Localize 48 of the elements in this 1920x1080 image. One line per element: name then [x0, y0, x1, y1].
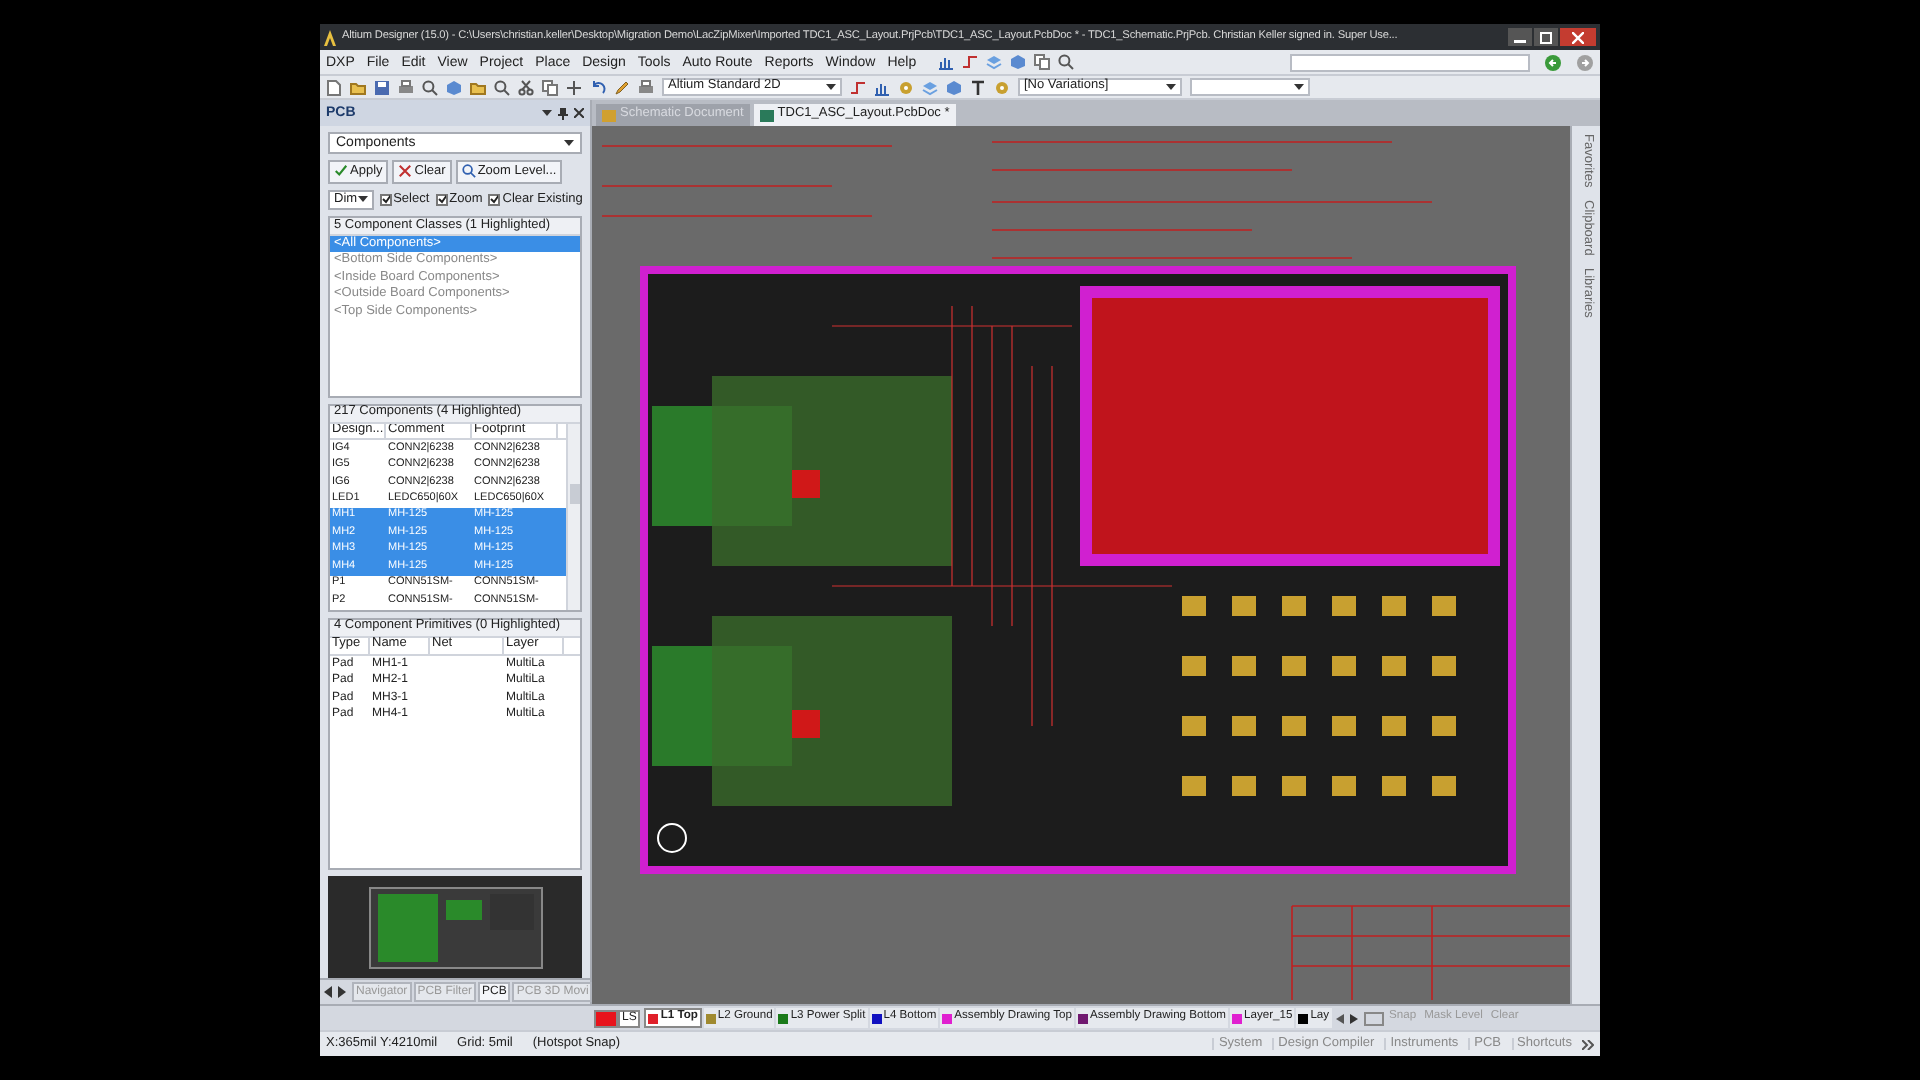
pin-icon[interactable] — [558, 107, 568, 119]
zoom-icon[interactable] — [494, 79, 510, 95]
checkmark-icon — [490, 194, 499, 205]
route-icon[interactable] — [850, 79, 866, 95]
back-icon[interactable] — [1544, 53, 1562, 71]
printer-icon[interactable] — [638, 79, 654, 95]
cross-icon — [398, 164, 413, 179]
minimize-icon[interactable] — [1508, 28, 1532, 46]
document-icon — [759, 109, 774, 121]
caret-icon[interactable] — [1294, 84, 1304, 90]
cube-icon[interactable] — [1010, 54, 1027, 70]
cross-icon[interactable] — [566, 79, 582, 95]
more-icon[interactable] — [1582, 1039, 1594, 1049]
save-icon[interactable] — [374, 79, 390, 95]
chart-icon[interactable] — [874, 79, 890, 95]
magnifier-icon — [461, 164, 476, 179]
scroll-right-icon[interactable] — [338, 986, 348, 998]
caret-icon[interactable] — [1166, 84, 1176, 90]
scroll-right-icon[interactable] — [1349, 1013, 1358, 1023]
dropdown-icon[interactable] — [542, 109, 552, 117]
checkmark-icon — [381, 194, 390, 205]
chart-icon[interactable] — [938, 54, 955, 70]
document-icon — [602, 109, 616, 121]
text-tool-icon[interactable] — [970, 79, 986, 95]
printer-icon[interactable] — [398, 79, 414, 95]
app-logo-icon — [324, 29, 336, 45]
close-icon[interactable] — [574, 108, 584, 118]
checkmark-icon — [437, 194, 446, 205]
pcb-layout-drawing[interactable] — [592, 126, 1570, 1004]
scroll-left-icon[interactable] — [324, 986, 334, 998]
route-icon[interactable] — [962, 54, 979, 70]
forward-icon[interactable] — [1576, 53, 1594, 71]
scrollbar[interactable] — [566, 423, 580, 609]
board-thumbnail[interactable] — [328, 876, 582, 978]
maximize-icon[interactable] — [1534, 28, 1558, 46]
caret-icon[interactable] — [826, 84, 836, 90]
caret-icon[interactable] — [564, 139, 574, 146]
zoom-icon[interactable] — [1058, 54, 1075, 70]
current-layer-swatch[interactable] — [594, 1009, 618, 1027]
copy-icon[interactable] — [1034, 54, 1051, 70]
caret-icon[interactable] — [357, 196, 368, 203]
close-icon[interactable] — [1560, 28, 1596, 46]
cut-icon[interactable] — [518, 79, 534, 95]
zoom-icon[interactable] — [422, 79, 438, 95]
copy-icon[interactable] — [542, 79, 558, 95]
toolbar-field[interactable] — [1290, 53, 1530, 71]
checkmark-icon — [334, 164, 348, 179]
undo-icon[interactable] — [590, 79, 606, 95]
